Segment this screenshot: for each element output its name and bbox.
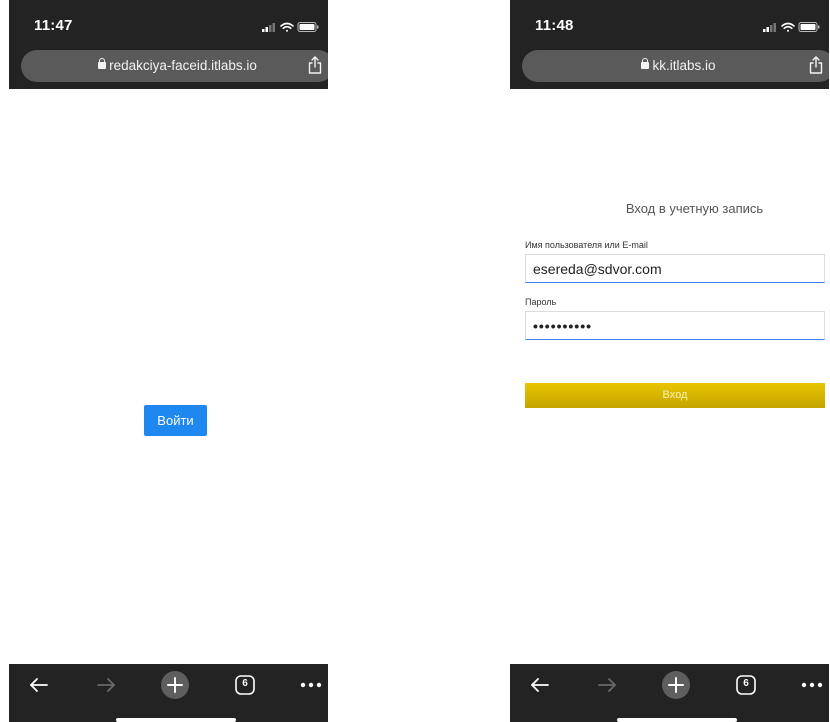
new-tab-button[interactable] xyxy=(654,668,698,702)
url-text: redakciya-faceid.itlabs.io xyxy=(109,58,257,73)
username-value: esereda@sdvor.com xyxy=(533,261,662,277)
new-tab-plus-icon xyxy=(662,671,690,699)
wifi-icon xyxy=(280,22,294,32)
browser-bottom-toolbar: 6 xyxy=(510,664,829,722)
more-button[interactable] xyxy=(790,668,829,702)
browser-top-bar: 11:48 kk.itlabs.io xyxy=(510,0,829,89)
forward-button[interactable] xyxy=(84,668,128,702)
forward-arrow-icon xyxy=(97,678,115,692)
password-field[interactable]: •••••••••• xyxy=(525,311,825,340)
signal-icon xyxy=(262,23,275,32)
submit-button[interactable]: Вход xyxy=(525,383,825,408)
tabs-button[interactable]: 6 xyxy=(223,668,267,702)
status-icons xyxy=(763,20,823,32)
home-indicator xyxy=(116,718,236,722)
more-button[interactable] xyxy=(289,668,328,702)
signal-icon xyxy=(763,23,776,32)
login-button[interactable]: Войти xyxy=(144,405,207,436)
username-field[interactable]: esereda@sdvor.com xyxy=(525,254,825,283)
url-bar[interactable]: kk.itlabs.io xyxy=(522,50,829,82)
battery-icon xyxy=(798,22,820,32)
back-arrow-icon xyxy=(30,678,48,692)
browser-bottom-toolbar: 6 xyxy=(9,664,328,722)
forward-arrow-icon xyxy=(598,678,616,692)
more-dots-icon xyxy=(300,682,322,688)
new-tab-button[interactable] xyxy=(153,668,197,702)
forward-button[interactable] xyxy=(585,668,629,702)
screenshot-stage: 11:47 redakciya-faceid.itlabs.io Войти 6… xyxy=(0,0,830,722)
new-tab-plus-icon xyxy=(161,671,189,699)
home-indicator xyxy=(617,718,737,722)
password-label: Пароль xyxy=(525,297,557,307)
status-time: 11:48 xyxy=(535,17,574,34)
status-icons xyxy=(262,20,322,32)
browser-top-bar: 11:47 redakciya-faceid.itlabs.io xyxy=(9,0,328,89)
url-text: kk.itlabs.io xyxy=(652,58,716,73)
status-time: 11:47 xyxy=(34,17,73,34)
url-bar[interactable]: redakciya-faceid.itlabs.io xyxy=(21,50,328,82)
tab-count: 6 xyxy=(743,678,749,689)
tabs-button[interactable]: 6 xyxy=(724,668,768,702)
lock-icon xyxy=(98,58,107,71)
share-icon[interactable] xyxy=(308,56,322,79)
right-phone-screen: 11:48 kk.itlabs.io Вход в учетную запись… xyxy=(510,0,829,722)
wifi-icon xyxy=(781,22,795,32)
tab-count: 6 xyxy=(242,678,248,689)
back-button[interactable] xyxy=(518,668,562,702)
login-form-title: Вход в учетную запись xyxy=(625,201,764,216)
back-button[interactable] xyxy=(17,668,61,702)
password-value: •••••••••• xyxy=(533,318,593,334)
lock-icon xyxy=(641,58,650,71)
battery-icon xyxy=(297,22,319,32)
back-arrow-icon xyxy=(531,678,549,692)
left-phone-screen: 11:47 redakciya-faceid.itlabs.io Войти 6 xyxy=(9,0,328,722)
username-label: Имя пользователя или E-mail xyxy=(525,240,648,250)
share-icon[interactable] xyxy=(809,56,823,79)
more-dots-icon xyxy=(801,682,823,688)
